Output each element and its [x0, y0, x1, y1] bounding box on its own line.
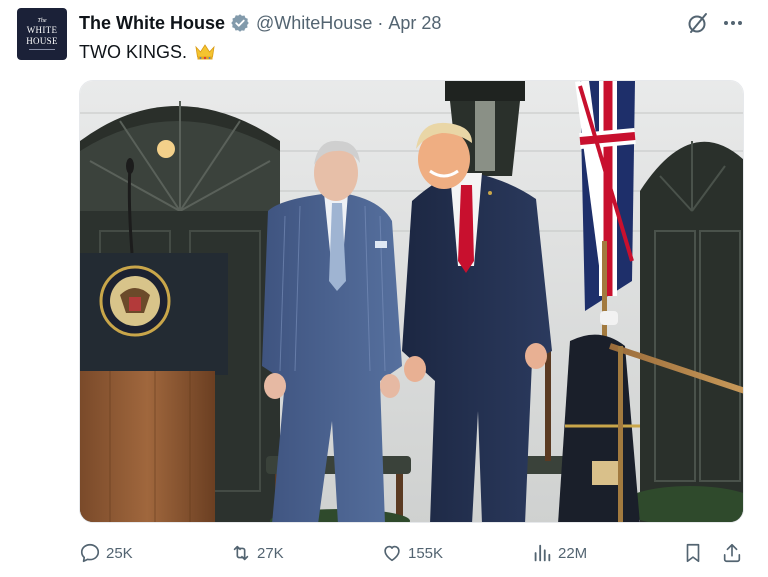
post-text: TWO KINGS.	[79, 41, 187, 62]
post-photo[interactable]	[79, 80, 744, 523]
views-count: 22M	[558, 544, 588, 562]
tweet-header: The White House @WhiteHouse · Apr 28	[79, 11, 441, 35]
avatar-text-white: WHITE	[26, 25, 58, 35]
views-button[interactable]: 22M	[531, 540, 587, 566]
more-dots-icon[interactable]	[720, 11, 746, 35]
handle[interactable]: @WhiteHouse	[256, 13, 372, 34]
tweet: The WHITE HOUSE The White House @WhiteHo…	[0, 0, 768, 577]
gray-verified-badge-icon[interactable]	[230, 13, 250, 33]
share-icon	[723, 543, 741, 563]
reply-icon	[80, 543, 100, 563]
retweet-count: 27K	[257, 544, 284, 562]
dot-separator: ·	[377, 12, 384, 33]
bookmark-button[interactable]	[682, 540, 704, 566]
post-date[interactable]: Apr 28	[388, 13, 441, 34]
like-button[interactable]: 155K	[381, 540, 443, 566]
avatar-rule	[29, 49, 55, 50]
retweet-icon	[233, 545, 249, 561]
avatar-text-house: HOUSE	[26, 36, 58, 46]
reply-count: 25K	[106, 544, 133, 562]
action-bar: 25K 27K 155K 22M	[0, 540, 768, 566]
post-text-row: TWO KINGS.	[79, 40, 216, 64]
photo-illustration	[80, 81, 743, 522]
display-name[interactable]: The White House	[79, 13, 225, 34]
views-chart-icon	[534, 544, 551, 562]
crown-emoji-icon	[194, 43, 216, 61]
grok-icon[interactable]	[686, 11, 710, 35]
avatar[interactable]: The WHITE HOUSE	[17, 8, 67, 60]
avatar-text-the: The	[37, 18, 47, 24]
retweet-button[interactable]: 27K	[230, 540, 284, 566]
bookmark-icon	[686, 543, 700, 563]
heart-icon	[384, 545, 400, 562]
share-button[interactable]	[721, 540, 743, 566]
reply-button[interactable]: 25K	[79, 540, 133, 566]
like-count: 155K	[408, 544, 444, 562]
